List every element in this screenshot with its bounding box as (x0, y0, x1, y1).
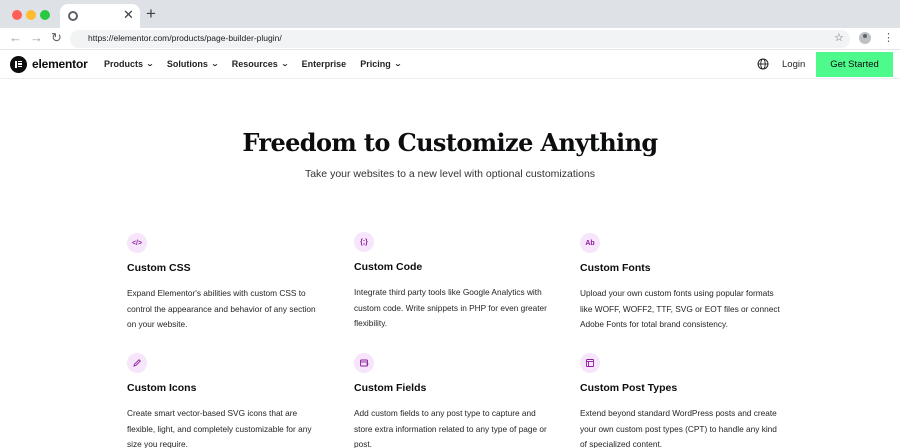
page-title: Freedom to Customize Anything (242, 128, 658, 157)
feature-title: Custom CSS (127, 262, 191, 274)
profile-avatar-icon[interactable] (859, 32, 871, 44)
elementor-logo[interactable]: elementor (10, 55, 88, 73)
site-header: elementor Products ⌄ Solutions ⌄ Resourc… (0, 50, 900, 79)
bookmark-star-icon[interactable]: ☆ (834, 31, 844, 45)
browser-menu-icon[interactable]: ⋮ (883, 31, 894, 45)
window-minimize-button[interactable] (26, 10, 36, 20)
code-icon: </> (127, 233, 147, 253)
logo-text: elementor (32, 57, 88, 71)
nav-item-resources[interactable]: Resources ⌄ (231, 59, 289, 69)
window-maximize-button[interactable] (40, 10, 50, 20)
new-tab-icon[interactable]: + (146, 5, 156, 23)
nav-item-label: Products (104, 59, 144, 69)
browser-tab-bar: ✕ + (0, 0, 900, 28)
browser-tab[interactable]: ✕ (60, 4, 140, 28)
page-subtitle: Take your websites to a new level with o… (304, 168, 596, 180)
window-close-button[interactable] (12, 10, 22, 20)
nav-item-label: Resources (231, 59, 278, 69)
nav-item-label: Enterprise (301, 59, 347, 69)
feature-title: Custom Code (354, 261, 423, 273)
feature-description: Extend beyond standard WordPress posts a… (580, 408, 777, 448)
feature-description: Upload your own custom fonts using popul… (580, 288, 780, 329)
feature-description: Add custom fields to any post type to ca… (354, 408, 547, 448)
reload-icon[interactable]: ↻ (51, 31, 62, 45)
chevron-down-icon: ⌄ (210, 61, 219, 68)
forward-arrow-icon[interactable]: → (30, 31, 43, 45)
feature-description: Integrate third party tools like Google … (354, 287, 547, 328)
tab-close-icon[interactable]: ✕ (123, 8, 134, 22)
nav-item-pricing[interactable]: Pricing ⌄ (360, 59, 402, 69)
chevron-down-icon: ⌄ (393, 61, 402, 68)
form-field-icon (354, 353, 374, 373)
back-arrow-icon[interactable]: ← (9, 31, 22, 45)
login-link[interactable]: Login (782, 59, 805, 70)
main-nav: Products ⌄ Solutions ⌄ Resources ⌄ Enter… (104, 59, 415, 69)
feature-title: Custom Post Types (580, 382, 678, 394)
feature-title: Custom Fonts (580, 262, 651, 274)
feature-title: Custom Icons (127, 382, 197, 394)
braces-icon: {;} (354, 232, 374, 252)
font-icon: Ab (580, 233, 600, 253)
tab-favicon-icon (68, 11, 78, 21)
feature-description: Expand Elementor's abilities with custom… (127, 288, 316, 329)
nav-item-enterprise[interactable]: Enterprise (302, 59, 347, 69)
nav-item-label: Pricing (360, 59, 391, 69)
chevron-down-icon: ⌄ (280, 61, 289, 68)
nav-item-solutions[interactable]: Solutions ⌄ (166, 59, 219, 69)
elementor-logo-icon (10, 55, 27, 73)
nav-item-products[interactable]: Products ⌄ (104, 59, 155, 69)
pencil-icon (127, 353, 147, 373)
url-input[interactable]: https://elementor.com/products/page-buil… (70, 30, 850, 48)
nav-item-label: Solutions (166, 59, 208, 69)
feature-description: Create smart vector-based SVG icons that… (127, 408, 312, 448)
url-text: https://elementor.com/products/page-buil… (88, 33, 282, 43)
browser-toolbar: ← → ↻ https://elementor.com/products/pag… (0, 28, 900, 50)
post-type-icon (580, 353, 600, 373)
feature-title: Custom Fields (354, 382, 427, 394)
get-started-button[interactable]: Get Started (816, 52, 893, 77)
globe-icon[interactable] (757, 58, 769, 70)
chevron-down-icon: ⌄ (145, 61, 155, 68)
